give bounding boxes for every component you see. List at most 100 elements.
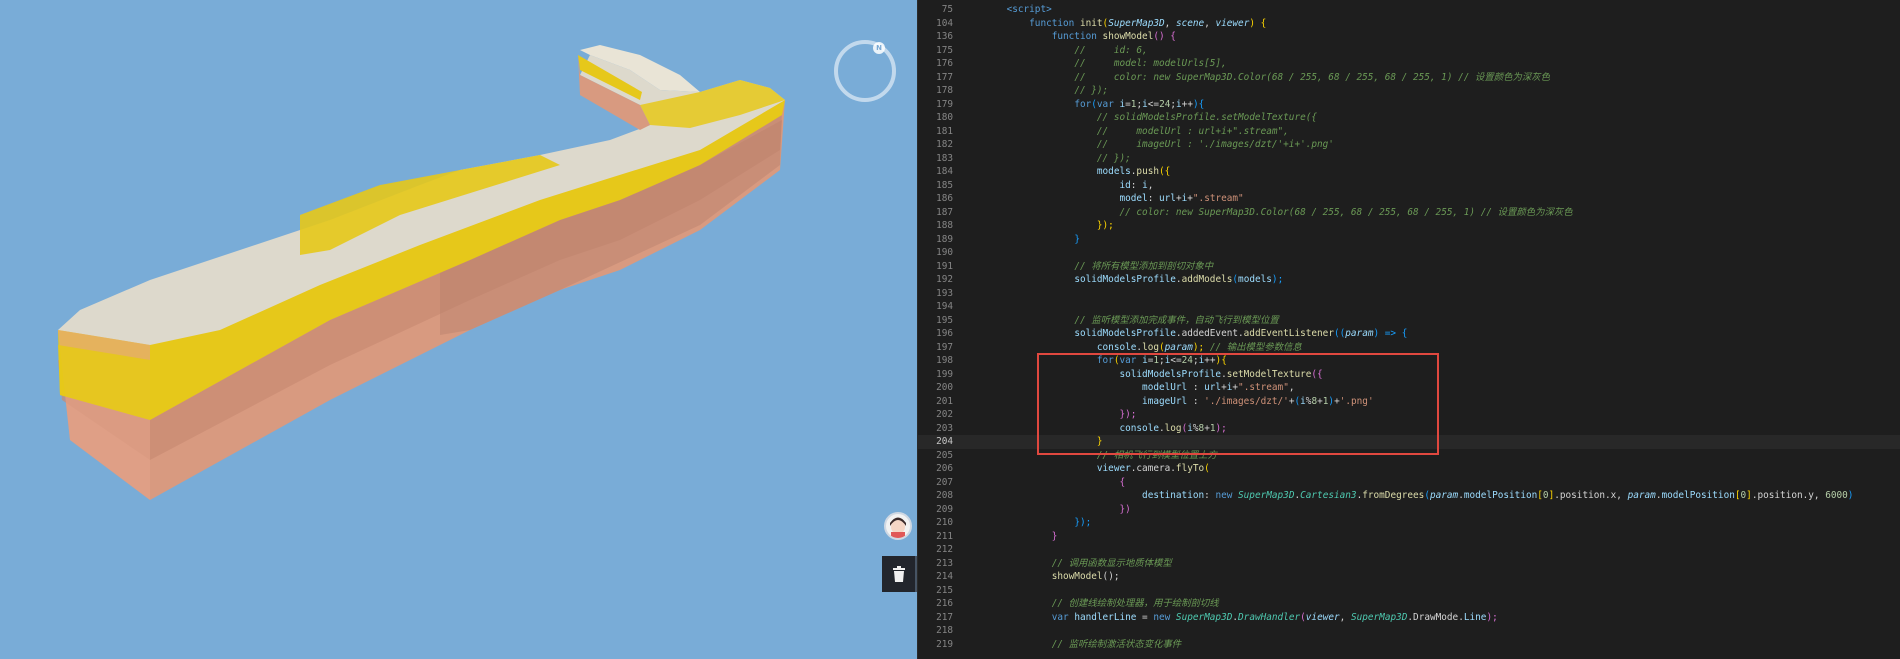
trash-icon xyxy=(892,566,905,582)
code-line[interactable]: 191 // 将所有模型添加到剖切对象中 xyxy=(918,260,1900,274)
code-line[interactable]: 209 }) xyxy=(918,503,1900,517)
code-token: SuperMap3D xyxy=(1350,611,1408,623)
code-token: // 监听绘制激活状态变化事件 xyxy=(1051,638,1182,650)
code-line[interactable]: 104 function init(SuperMap3D, scene, vie… xyxy=(918,17,1900,31)
code-token: new xyxy=(1215,490,1239,501)
code-token: = xyxy=(1136,611,1154,623)
code-line[interactable]: 207 { xyxy=(918,476,1900,490)
code-line[interactable]: 215 xyxy=(918,584,1900,598)
code-line[interactable]: 196 solidModelsProfile.addedEvent.addEve… xyxy=(918,327,1900,341)
code-line[interactable]: 182 // imageUrl : './images/dzt/'+i+'.pn… xyxy=(918,138,1900,152)
code-line[interactable]: 212 xyxy=(918,543,1900,557)
line-number: 179 xyxy=(936,98,953,110)
code-editor[interactable]: 75 <script> 104 function init(SuperMap3D,… xyxy=(917,0,1900,659)
code-line[interactable]: 184 models.push({ xyxy=(918,165,1900,179)
code-token: , xyxy=(1164,17,1176,29)
code-line[interactable]: 186 model: url+i+".stream" xyxy=(918,192,1900,206)
scene-viewer[interactable]: N H I xyxy=(0,0,917,659)
code-line[interactable]: 188 }); xyxy=(918,219,1900,233)
code-line[interactable]: 187 // color: new SuperMap3D.Color(68 / … xyxy=(918,206,1900,220)
code-line[interactable]: 210 }); xyxy=(918,516,1900,530)
code-token: .addedEvent. xyxy=(1175,328,1244,339)
code-token: ); xyxy=(1271,274,1284,285)
code-line[interactable]: 208 destination: new SuperMap3D.Cartesia… xyxy=(918,489,1900,503)
code-line[interactable]: 195 // 监听模型添加完成事件，自动飞行到模型位置 xyxy=(918,314,1900,328)
code-token: SuperMap3D xyxy=(1238,490,1295,501)
line-number: 200 xyxy=(936,382,953,393)
code-token: ) { xyxy=(1249,17,1267,29)
clear-tool-button[interactable] xyxy=(882,556,915,592)
code-token: .position.x, xyxy=(1554,490,1628,501)
code-line[interactable]: 219 // 监听绘制激活状态变化事件 xyxy=(918,638,1900,652)
code-token: ( xyxy=(1204,463,1210,474)
code-line[interactable]: 190 xyxy=(918,246,1900,260)
code-line[interactable]: 211 } xyxy=(918,530,1900,544)
code-line[interactable]: 192 solidModelsProfile.addModels(models)… xyxy=(918,273,1900,287)
line-number: 216 xyxy=(936,598,953,609)
code-token: function xyxy=(1029,17,1080,29)
code-line[interactable]: 136 function showModel() { xyxy=(918,30,1900,44)
line-number: 204 xyxy=(936,436,953,447)
code-token: log xyxy=(1142,341,1159,353)
code-token: .position.y, xyxy=(1751,490,1826,501)
code-line[interactable]: 185 id: i, xyxy=(918,179,1900,193)
line-number: 199 xyxy=(936,368,953,380)
code-token: showModel xyxy=(1102,31,1154,42)
line-number: 189 xyxy=(936,233,953,245)
code-line[interactable]: 218 xyxy=(918,624,1900,638)
code-line[interactable]: 179 for(var i=1;i<=24;i++){ xyxy=(918,98,1900,112)
code-token: push xyxy=(1136,166,1159,177)
code-token: // }); xyxy=(1074,85,1109,96)
code-line[interactable]: 175 // id: 6, xyxy=(918,44,1900,58)
code-line[interactable]: 217 var handlerLine = new SuperMap3D.Dra… xyxy=(918,611,1900,625)
code-token: param xyxy=(1429,490,1459,501)
code-line[interactable]: 206 viewer.camera.flyTo( xyxy=(918,462,1900,476)
code-line[interactable]: 181 // modelUrl : url+i+".stream", xyxy=(918,125,1900,139)
code-line[interactable]: 177 // color: new SuperMap3D.Color(68 / … xyxy=(918,71,1900,85)
code-line[interactable]: 214 showModel(); xyxy=(918,570,1900,584)
compass-north-icon[interactable]: N xyxy=(873,42,885,54)
code-token: <script> xyxy=(1006,4,1052,15)
code-line[interactable]: 194 xyxy=(918,300,1900,314)
code-token: showModel xyxy=(1051,571,1103,582)
code-token: 24 xyxy=(1159,98,1171,110)
code-line[interactable]: 189 } xyxy=(918,233,1900,247)
code-token: param xyxy=(1627,490,1656,501)
code-token: ){ xyxy=(1192,98,1205,110)
code-token: modelPosition xyxy=(1661,490,1735,501)
geological-model-canvas[interactable] xyxy=(0,0,917,659)
code-line[interactable]: 75 <script> xyxy=(918,3,1900,17)
line-number: 185 xyxy=(936,179,953,191)
code-line[interactable]: 180 // solidModelsProfile.setModelTextur… xyxy=(918,111,1900,125)
code-token: Cartesian3 xyxy=(1300,490,1357,501)
avatar[interactable] xyxy=(884,512,912,540)
code-token: // 监听模型添加完成事件，自动飞行到模型位置 xyxy=(1074,314,1279,326)
code-line[interactable]: 216 // 创建线绘制处理器，用于绘制剖切线 xyxy=(918,597,1900,611)
line-number: 136 xyxy=(936,31,953,42)
code-token: <= xyxy=(1147,98,1160,110)
code-line[interactable]: 193 xyxy=(918,287,1900,301)
code-line[interactable]: 197 console.log(param); // 输出模型参数信息 xyxy=(918,341,1900,355)
code-line[interactable]: 213 // 调用函数显示地质体模型 xyxy=(918,557,1900,571)
line-number: 215 xyxy=(936,584,953,596)
code-token: param xyxy=(1345,328,1374,339)
code-line[interactable]: 176 // model: modelUrls[5], xyxy=(918,57,1900,71)
code-token: for xyxy=(1074,98,1092,110)
code-line[interactable]: 183 // }); xyxy=(918,152,1900,166)
code-line[interactable]: 178 // }); xyxy=(918,84,1900,98)
code-token: , xyxy=(1339,611,1351,623)
code-token: modelPosition xyxy=(1463,490,1538,501)
code-token: // }); xyxy=(1096,152,1131,164)
line-number: 197 xyxy=(936,341,953,353)
compass-ring[interactable] xyxy=(834,40,896,102)
